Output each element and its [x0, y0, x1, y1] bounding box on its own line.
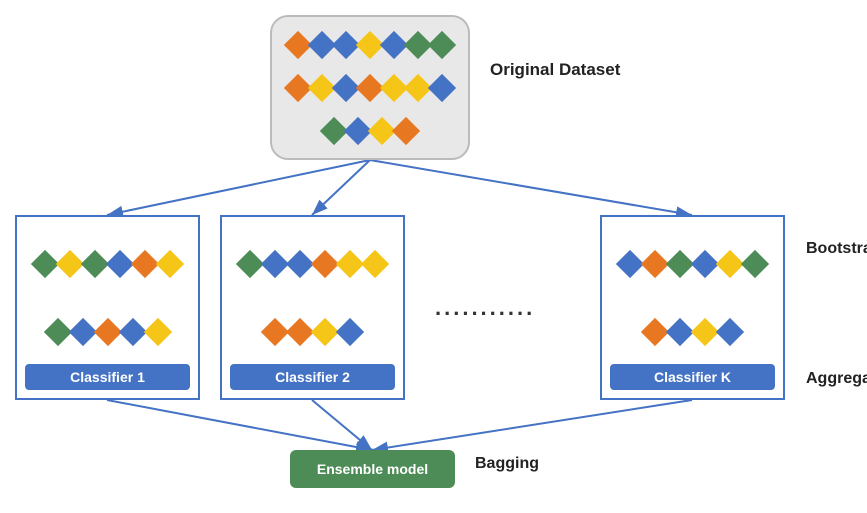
c3-sq — [666, 318, 694, 346]
dataset-square — [428, 73, 456, 101]
bootstrapping-label: Bootstrapping — [806, 240, 867, 258]
ensemble-model-box: Ensemble model — [290, 450, 455, 488]
dataset-label: Original Dataset — [490, 60, 620, 80]
classifier-1-squares — [25, 227, 190, 364]
classifier-3-squares — [610, 227, 775, 364]
c3-sq — [716, 318, 744, 346]
ensemble-label: Ensemble model — [317, 461, 428, 477]
c3-sq — [641, 318, 669, 346]
classifier-2-squares — [230, 227, 395, 364]
c3-sq — [691, 318, 719, 346]
dataset-square — [428, 30, 456, 58]
c1-sq — [118, 318, 146, 346]
dots-separator: ........... — [435, 295, 535, 321]
c2-sq — [336, 318, 364, 346]
c1-sq — [93, 318, 121, 346]
dataset-square — [392, 116, 420, 144]
c1-sq — [143, 318, 171, 346]
dataset-box — [270, 15, 470, 160]
classifier-3-label: Classifier K — [610, 364, 775, 390]
c1-sq — [68, 318, 96, 346]
classifier-2-label: Classifier 2 — [230, 364, 395, 390]
c2-sq — [361, 250, 389, 278]
classifier-box-2: Classifier 2 — [220, 215, 405, 400]
bagging-label: Bagging — [475, 455, 539, 473]
c1-sq — [43, 318, 71, 346]
c2-sq — [311, 318, 339, 346]
classifier-box-1: Classifier 1 — [15, 215, 200, 400]
classifier-box-3: Classifier K — [600, 215, 785, 400]
c1-sq — [156, 250, 184, 278]
c2-sq — [261, 318, 289, 346]
diagram-container: Original Dataset Classifier 1 — [0, 0, 867, 513]
aggregation-label: Aggregation — [806, 370, 867, 388]
c3-sq — [741, 250, 769, 278]
c2-sq — [286, 318, 314, 346]
classifier-1-label: Classifier 1 — [25, 364, 190, 390]
